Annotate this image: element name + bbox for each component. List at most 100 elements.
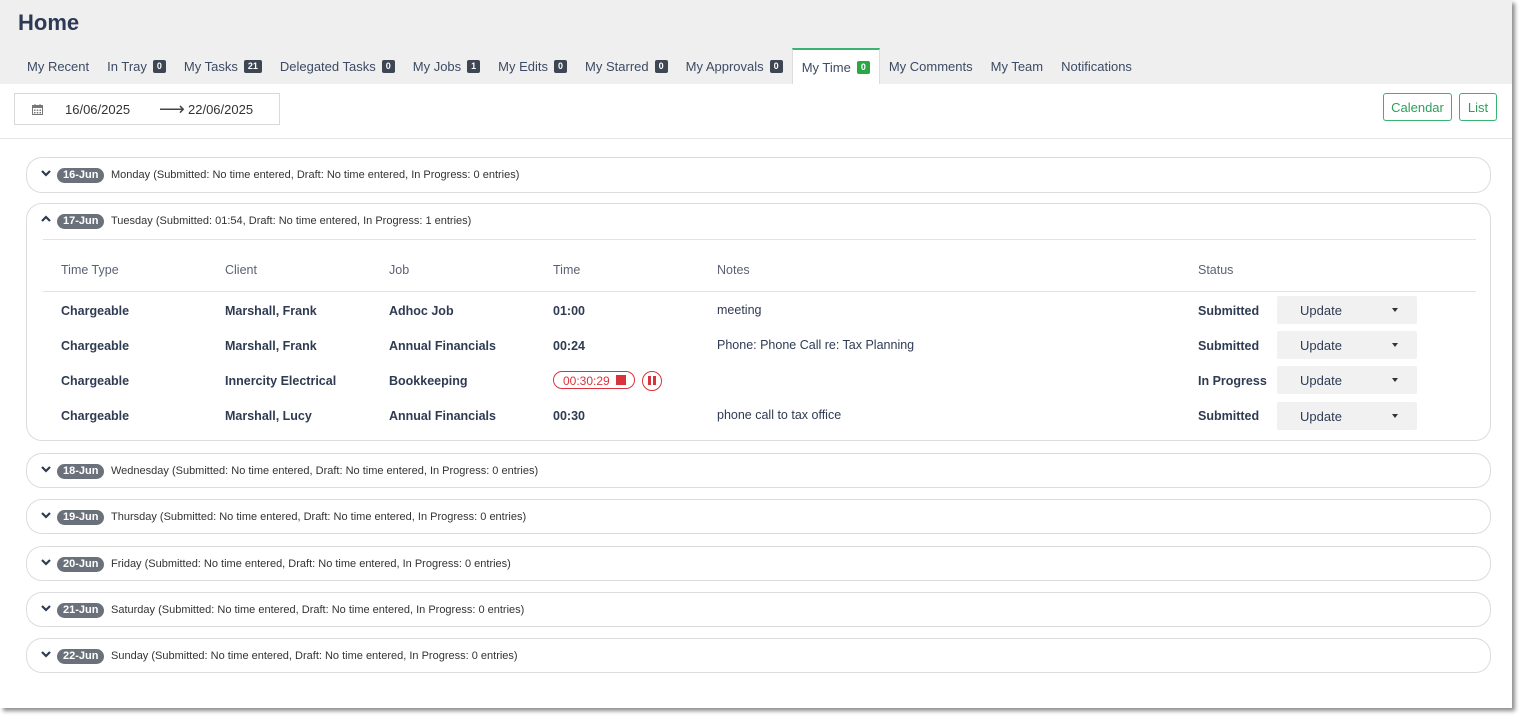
day-header[interactable]: 18-Jun Wednesday (Submitted: No time ent… [27,454,1490,488]
time-cell: 00:30 [553,409,585,423]
tab-label: My Team [990,58,1044,74]
job-cell: Annual Financials [389,409,496,423]
column-header-time: Time [553,263,581,277]
timer-value: 00:30:29 [563,374,610,388]
tab-delegated-tasks[interactable]: Delegated Tasks 0 [271,48,404,84]
caret-down-icon [1392,378,1398,382]
update-dropdown[interactable]: Update [1277,366,1417,394]
day-panel-16-jun: 16-Jun Monday (Submitted: No time entere… [26,157,1491,193]
day-header[interactable]: 19-Jun Thursday (Submitted: No time ente… [27,500,1490,534]
day-header[interactable]: 22-Jun Sunday (Submitted: No time entere… [27,639,1490,673]
count-badge: 0 [152,59,166,73]
tab-label: In Tray [107,58,147,74]
chevron-down-icon [41,651,51,658]
update-label: Update [1300,409,1342,424]
time-cell: 01:00 [553,304,585,318]
tab-my-time[interactable]: My Time 0 [791,48,880,84]
tab-my-comments[interactable]: My Comments [880,48,982,84]
notes-cell: phone call to tax office [717,408,842,422]
time-type-cell: Chargeable [61,304,130,318]
tab-my-jobs[interactable]: My Jobs 1 [404,48,489,84]
day-header[interactable]: 20-Jun Friday (Submitted: No time entere… [27,547,1490,581]
day-summary: Thursday (Submitted: No time entered, Dr… [111,511,527,523]
client-cell: Marshall, Lucy [225,409,312,423]
tab-label: My Edits [498,58,549,74]
page-header: Home My Recent In Tray 0 My Tasks 21 Deleg… [0,0,1512,84]
tab-my-starred[interactable]: My Starred 0 [576,48,677,84]
day-panel-17-jun: 17-Jun Tuesday (Submitted: 01:54, Draft:… [26,203,1491,441]
tab-my-recent[interactable]: My Recent [18,48,98,84]
client-cell: Marshall, Frank [225,339,317,353]
day-summary: Sunday (Submitted: No time entered, Draf… [111,650,518,662]
column-header-client: Client [225,263,257,277]
page-title: Home [18,10,80,35]
update-dropdown[interactable]: Update [1277,402,1417,430]
notes-cell: Phone: Phone Call re: Tax Planning [717,338,915,352]
job-cell: Annual Financials [389,339,496,353]
count-badge: 1 [467,59,481,73]
client-cell: Marshall, Frank [225,304,317,318]
date-range-picker[interactable]: 16/06/2025 ⟶ 22/06/2025 [14,93,280,125]
pause-icon[interactable] [642,371,662,391]
tab-label: My Approvals [685,58,764,74]
client-cell: Innercity Electrical [225,374,337,388]
tab-label: My Recent [27,58,90,74]
status-cell: Submitted [1198,409,1260,423]
divider [43,239,1476,240]
time-cell: 00:24 [553,339,585,353]
day-panel-21-jun: 21-Jun Saturday (Submitted: No time ente… [26,592,1491,627]
day-panel-20-jun: 20-Jun Friday (Submitted: No time entere… [26,546,1491,581]
column-header-job: Job [389,263,410,277]
chevron-down-icon [41,559,51,566]
day-header[interactable]: 21-Jun Saturday (Submitted: No time ente… [27,593,1490,627]
date-badge: 22-Jun [57,649,105,664]
count-badge: 0 [381,59,395,73]
count-badge: 0 [769,59,783,73]
day-summary: Wednesday (Submitted: No time entered, D… [111,465,539,477]
update-dropdown[interactable]: Update [1277,331,1417,359]
arrow-right-icon: ⟶ [159,99,185,119]
tab-my-tasks[interactable]: My Tasks 21 [175,48,271,84]
tab-label: My Comments [888,58,973,74]
count-badge: 0 [856,60,870,74]
tab-bar: My Recent In Tray 0 My Tasks 21 Delegated … [18,48,1141,84]
update-label: Update [1300,303,1342,318]
chevron-up-icon [41,215,51,222]
day-panel-19-jun: 19-Jun Thursday (Submitted: No time ente… [26,499,1491,534]
tab-my-approvals[interactable]: My Approvals 0 [677,48,792,84]
tab-my-team[interactable]: My Team [982,48,1053,84]
start-date-input[interactable]: 16/06/2025 [65,102,130,117]
tab-my-edits[interactable]: My Edits 0 [489,48,576,84]
update-dropdown[interactable]: Update [1277,296,1417,324]
calendar-view-button[interactable]: Calendar [1383,93,1452,121]
end-date-input[interactable]: 22/06/2025 [188,102,253,117]
time-type-cell: Chargeable [61,339,130,353]
count-badge: 0 [554,59,568,73]
tab-label: My Starred [585,58,649,74]
status-cell: Submitted [1198,304,1260,318]
chevron-down-icon [41,170,51,177]
day-header[interactable]: 16-Jun Monday (Submitted: No time entere… [27,158,1490,192]
time-type-cell: Chargeable [61,374,130,388]
date-badge: 19-Jun [57,510,105,525]
date-badge: 21-Jun [57,603,105,618]
status-cell: In Progress [1198,374,1267,388]
chevron-down-icon [41,512,51,519]
job-cell: Adhoc Job [389,304,454,318]
tab-notifications[interactable]: Notifications [1052,48,1141,84]
running-timer[interactable]: 00:30:29 [553,371,635,389]
app-window: Home My Recent In Tray 0 My Tasks 21 Deleg… [0,0,1512,708]
tab-in-tray[interactable]: In Tray 0 [98,48,175,84]
list-view-button[interactable]: List [1459,93,1497,121]
day-header[interactable]: 17-Jun Tuesday (Submitted: 01:54, Draft:… [27,204,1490,238]
job-cell: Bookkeeping [389,374,468,388]
tab-label: Delegated Tasks [279,58,376,74]
tab-label: My Jobs [412,58,462,74]
day-summary: Saturday (Submitted: No time entered, Dr… [111,604,525,616]
day-summary: Friday (Submitted: No time entered, Draf… [111,558,511,570]
stop-icon[interactable] [616,375,626,385]
date-badge: 20-Jun [57,557,105,572]
count-badge: 0 [654,59,668,73]
caret-down-icon [1392,343,1398,347]
day-summary: Monday (Submitted: No time entered, Draf… [111,169,520,181]
